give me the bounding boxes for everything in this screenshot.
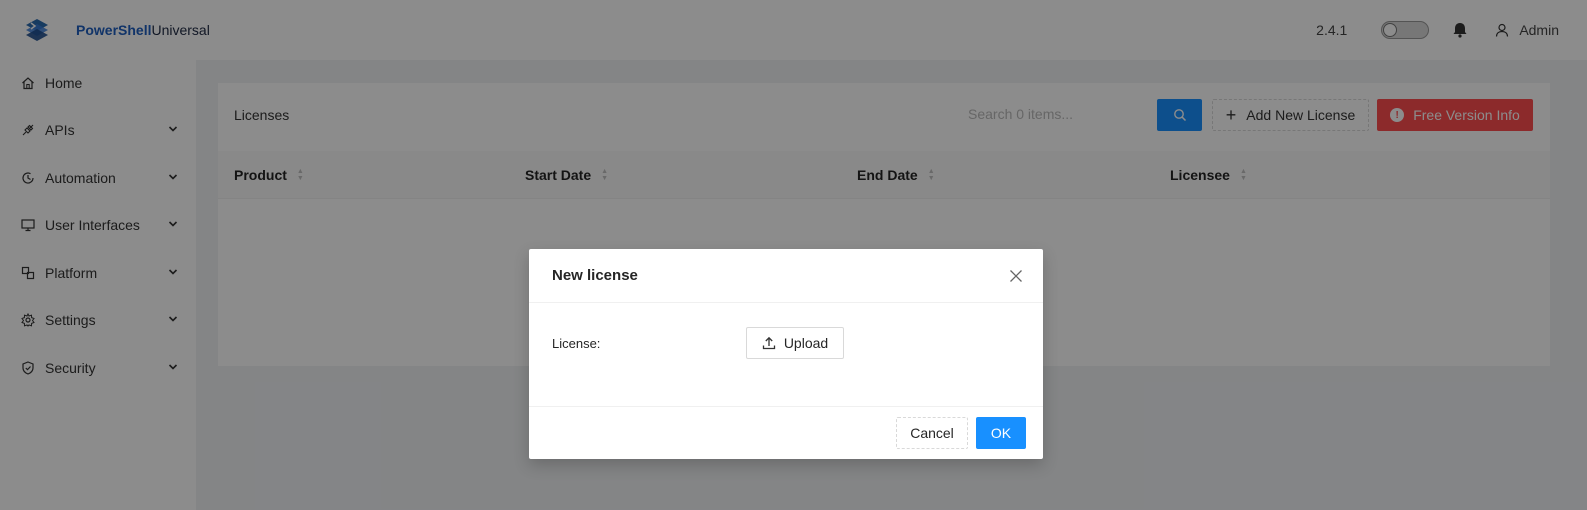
dialog-header: New license [529, 249, 1043, 303]
close-icon[interactable] [1009, 269, 1023, 283]
new-license-dialog: New license License: Upload Cancel OK [529, 249, 1043, 459]
upload-icon [762, 336, 775, 350]
license-field-label: License: [552, 336, 601, 351]
ok-button[interactable]: OK [976, 417, 1026, 449]
dialog-footer: Cancel OK [529, 406, 1043, 459]
upload-button[interactable]: Upload [746, 327, 844, 359]
dialog-title: New license [552, 267, 638, 284]
cancel-button[interactable]: Cancel [896, 417, 968, 449]
upload-label: Upload [783, 335, 829, 351]
